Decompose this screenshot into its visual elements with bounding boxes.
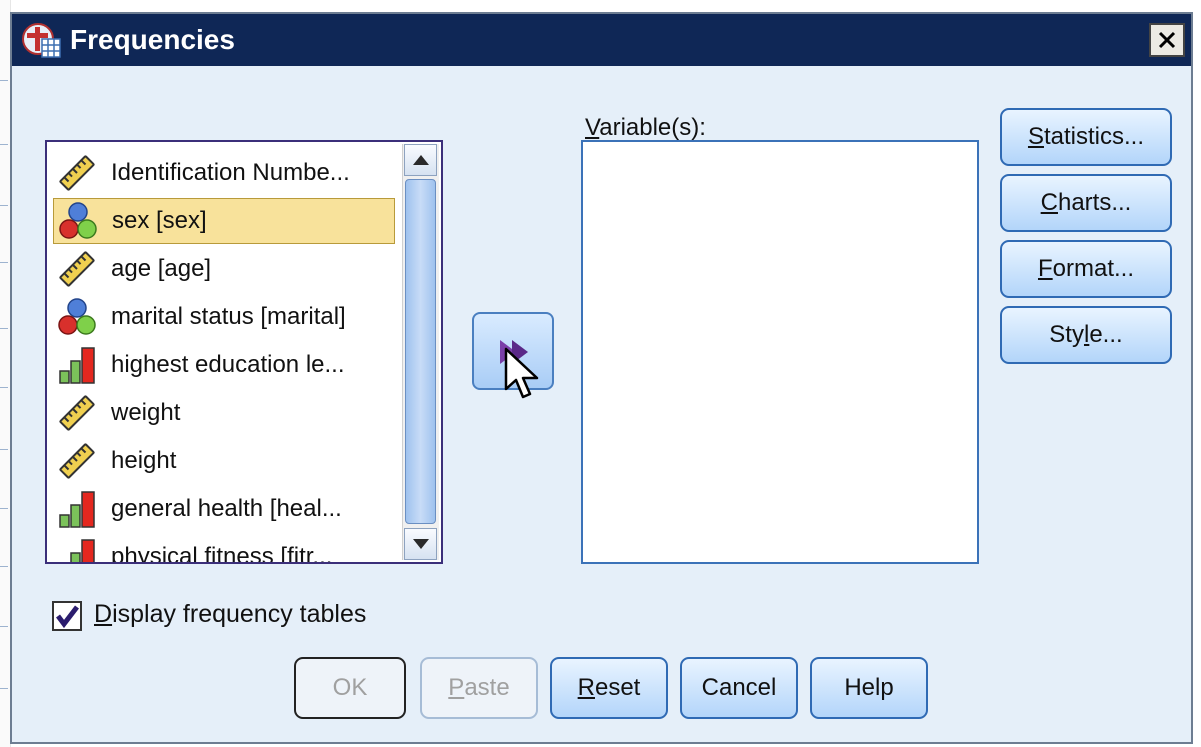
scale-ruler-icon <box>57 393 97 433</box>
scale-ruler-icon <box>57 441 97 481</box>
scroll-down-button[interactable] <box>404 528 437 560</box>
cancel-button[interactable]: Cancel <box>680 657 798 719</box>
variable-label: height <box>111 447 177 474</box>
statistics-button[interactable]: Statistics... <box>1000 108 1172 166</box>
style-button[interactable]: Sty l e... <box>1000 306 1172 364</box>
close-icon <box>1158 31 1176 49</box>
variable-label: sex [sex] <box>112 207 207 234</box>
spss-app-icon <box>22 23 61 58</box>
dialog-title: Frequencies <box>70 24 235 55</box>
variable-list-item[interactable]: age [age] <box>53 246 395 292</box>
target-variables-list[interactable] <box>581 140 979 564</box>
variable-label: weight <box>111 399 181 426</box>
scale-ruler-icon <box>57 249 97 289</box>
variable-list-item[interactable]: general health [heal... <box>53 486 395 532</box>
nominal-icon <box>57 297 97 337</box>
variable-label: marital status [marital] <box>111 303 346 330</box>
display-frequency-label[interactable]: Display frequency tables <box>94 600 366 629</box>
charts-button[interactable]: Charts... <box>1000 174 1172 232</box>
nominal-icon <box>58 201 98 241</box>
source-list-scrollbar[interactable] <box>402 144 439 560</box>
format-button[interactable]: Format... <box>1000 240 1172 298</box>
variable-list-item[interactable]: height <box>53 438 395 484</box>
variable-list-item[interactable]: weight <box>53 390 395 436</box>
help-button[interactable]: Help <box>810 657 928 719</box>
mouse-pointer-icon <box>504 347 539 399</box>
triangle-up-icon <box>412 155 429 165</box>
variables-label: Variable(s): <box>585 114 706 141</box>
ordinal-icon <box>57 489 97 529</box>
frequencies-dialog: Frequencies Identification Numbe... sex [… <box>10 12 1193 744</box>
variable-label: age [age] <box>111 255 212 282</box>
ordinal-icon <box>57 345 97 385</box>
variable-list-item[interactable]: physical fitness [fitr... <box>53 534 395 564</box>
scale-ruler-icon <box>57 153 97 193</box>
variable-list-item[interactable]: highest education le... <box>53 342 395 388</box>
triangle-down-icon <box>412 539 429 549</box>
variable-label: general health [heal... <box>111 495 342 522</box>
title-bar[interactable]: Frequencies <box>12 14 1191 66</box>
ok-button[interactable]: OK <box>294 657 406 719</box>
variable-list-item[interactable]: marital status [marital] <box>53 294 395 340</box>
variable-label: highest education le... <box>111 351 345 378</box>
reset-button[interactable]: Reset <box>550 657 668 719</box>
scroll-up-button[interactable] <box>404 144 437 176</box>
variable-list-item[interactable]: Identification Numbe... <box>53 150 395 196</box>
source-variable-list[interactable]: Identification Numbe... sex [sex] age [age… <box>45 140 443 564</box>
variable-list-item[interactable]: sex [sex] <box>53 198 395 244</box>
display-frequency-checkbox[interactable] <box>52 601 82 631</box>
ordinal-icon <box>57 537 97 562</box>
close-button[interactable] <box>1149 23 1185 57</box>
scroll-thumb[interactable] <box>405 179 436 524</box>
variable-label: Identification Numbe... <box>111 159 350 186</box>
checkmark-icon <box>56 605 79 629</box>
variable-label: physical fitness [fitr... <box>111 543 333 564</box>
paste-button[interactable]: Paste <box>420 657 538 719</box>
